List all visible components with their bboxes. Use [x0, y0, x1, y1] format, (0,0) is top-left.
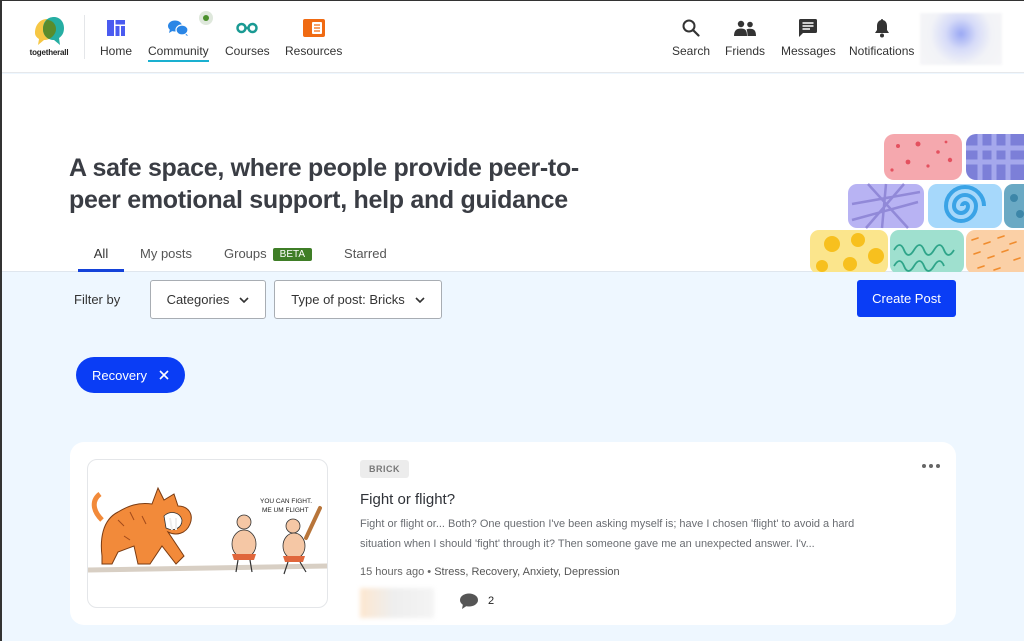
- author-avatar[interactable]: [360, 588, 434, 618]
- beta-badge: BETA: [272, 248, 313, 261]
- create-post-button[interactable]: Create Post: [857, 280, 956, 317]
- nav-notifications-label: Notifications: [849, 44, 915, 58]
- tab-all-label: All: [93, 246, 109, 261]
- nav-community[interactable]: Community: [148, 11, 213, 62]
- nav-courses[interactable]: Courses: [225, 17, 270, 58]
- brick-blue-swirl: [928, 184, 1002, 228]
- brick-orange: [966, 230, 1024, 272]
- categories-dropdown-label: Categories: [166, 292, 230, 307]
- togetherall-logo-icon: [35, 17, 64, 45]
- post-title[interactable]: Fight or flight?: [360, 491, 455, 508]
- notification-dot: [198, 11, 213, 25]
- home-grid-icon: [107, 20, 125, 36]
- friends-icon: [734, 20, 756, 36]
- nav-resources-label: Resources: [285, 44, 343, 58]
- tab-all[interactable]: All: [78, 240, 124, 272]
- post-type-dropdown[interactable]: Type of post: Bricks: [274, 280, 442, 319]
- glasses-icon: [236, 22, 259, 34]
- active-filter-chip[interactable]: Recovery: [76, 357, 185, 393]
- chevron-down-icon: [239, 296, 250, 303]
- comment-icon: [460, 593, 478, 609]
- post-categories: Stress, Recovery, Anxiety, Depression: [434, 566, 620, 578]
- tab-my-posts-label: My posts: [140, 246, 193, 261]
- brick-teal-dark: [1004, 184, 1024, 228]
- brick-purple-grid: [966, 134, 1024, 180]
- tab-starred-label: Starred: [344, 246, 387, 261]
- cartoon-caption-2: ME UM FLIGHT: [262, 507, 309, 514]
- close-icon[interactable]: [159, 370, 169, 380]
- nav-home-label: Home: [100, 44, 133, 58]
- cartoon-caption-1: YOU CAN FIGHT.: [260, 498, 312, 505]
- nav-resources[interactable]: Resources: [285, 17, 342, 58]
- bell-icon: [874, 18, 889, 37]
- nav-search-label: Search: [672, 44, 711, 58]
- more-dot-icon: [936, 464, 940, 468]
- nav-messages[interactable]: Messages: [781, 17, 836, 58]
- nav-search[interactable]: Search: [672, 17, 710, 58]
- brick-mint: [890, 230, 964, 272]
- chat-bubbles-icon: [168, 20, 189, 36]
- brick-yellow: [810, 230, 888, 272]
- nav-messages-label: Messages: [781, 44, 836, 58]
- nav-friends[interactable]: Friends: [725, 17, 765, 58]
- nav-friends-label: Friends: [725, 44, 766, 58]
- bricks-illustration: [810, 134, 1024, 272]
- user-avatar[interactable]: [920, 13, 1002, 65]
- open-book-icon: [302, 19, 325, 37]
- tab-my-posts[interactable]: My posts: [140, 240, 192, 272]
- brick-pink: [884, 134, 962, 180]
- chip-label: Recovery: [92, 367, 147, 383]
- post-excerpt: Fight or flight or... Both? One question…: [360, 518, 855, 550]
- nav-divider: [84, 15, 85, 59]
- comment-count: 2: [488, 595, 495, 607]
- tab-starred[interactable]: Starred: [344, 240, 387, 272]
- chevron-down-icon: [415, 296, 425, 303]
- post-thumbnail[interactable]: YOU CAN FIGHT. ME UM FLIGHT: [87, 459, 328, 608]
- logo[interactable]: togetherall: [26, 15, 72, 61]
- hero-section: A safe space, where people provide peer-…: [2, 74, 1024, 272]
- page-title: A safe space, where people provide peer-…: [69, 154, 579, 214]
- post-type-tag: BRICK: [360, 460, 409, 478]
- post-card[interactable]: YOU CAN FIGHT. ME UM FLIGHT BRICK Fight …: [70, 442, 956, 625]
- nav-community-label: Community: [148, 44, 209, 62]
- top-nav: togetherall Home Community Courses Resou…: [2, 1, 1024, 73]
- nav-home[interactable]: Home: [100, 17, 132, 58]
- post-meta: 15 hours ago • Stress, Recovery, Anxiety…: [360, 566, 620, 578]
- post-type-dropdown-label: Type of post: Bricks: [291, 292, 405, 307]
- tab-groups-label: Groups: [224, 246, 267, 261]
- more-dot-icon: [922, 464, 926, 468]
- nav-courses-label: Courses: [225, 44, 270, 58]
- comments-button[interactable]: 2: [460, 593, 494, 609]
- post-time: 15 hours ago: [360, 566, 425, 578]
- tab-groups[interactable]: Groups BETA: [224, 240, 313, 272]
- more-dot-icon: [929, 464, 933, 468]
- message-icon: [799, 19, 818, 37]
- categories-dropdown[interactable]: Categories: [150, 280, 266, 319]
- cartoon-image: YOU CAN FIGHT. ME UM FLIGHT: [88, 486, 327, 575]
- nav-notifications[interactable]: Notifications: [849, 17, 914, 58]
- feed-tabs: All My posts Groups BETA Starred: [78, 240, 387, 272]
- search-icon: [682, 19, 700, 37]
- more-options-button[interactable]: [922, 464, 940, 468]
- brick-lavender: [848, 183, 924, 229]
- filter-label: Filter by: [74, 292, 121, 307]
- brand-name: togetherall: [29, 48, 69, 57]
